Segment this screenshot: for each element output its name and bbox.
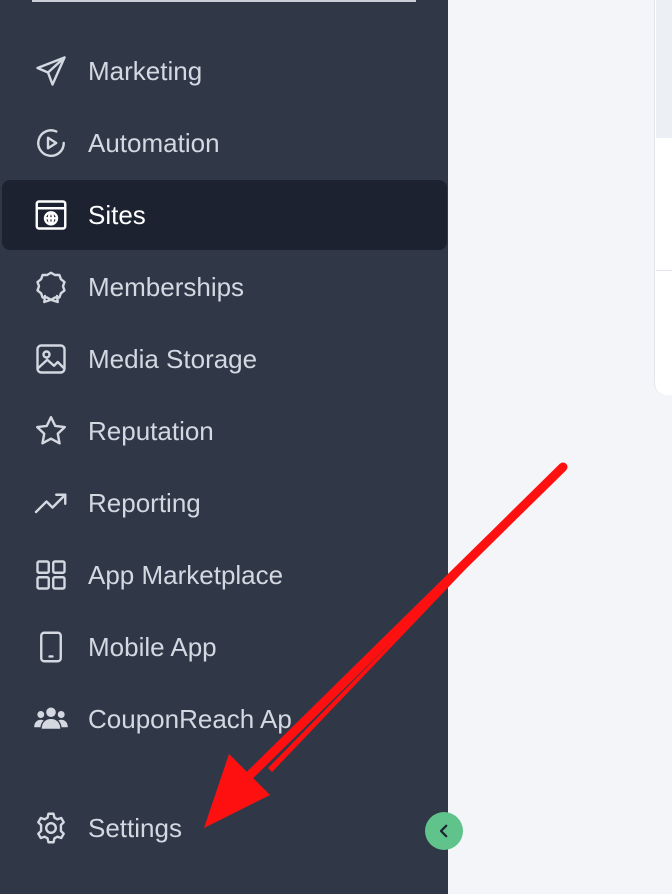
paper-plane-icon bbox=[32, 52, 70, 90]
sidebar-item-mobile-app[interactable]: Mobile App bbox=[2, 612, 447, 682]
main-content bbox=[448, 0, 672, 894]
sidebar-item-sites[interactable]: Sites bbox=[2, 180, 447, 250]
sidebar-item-label: Media Storage bbox=[88, 343, 258, 374]
sidebar-item-label: Mobile App bbox=[88, 631, 217, 662]
content-card-header bbox=[656, 0, 672, 138]
sidebar-item-label: Memberships bbox=[88, 271, 245, 302]
sidebar-item-label: Settings bbox=[88, 812, 182, 843]
sidebar-item-label: Reputation bbox=[88, 415, 214, 446]
sidebar-divider bbox=[32, 0, 416, 2]
trending-up-icon bbox=[32, 484, 70, 522]
image-icon bbox=[32, 340, 70, 378]
chevron-left-icon bbox=[435, 822, 453, 840]
sidebar: Marketing Automation Sites Memberships M… bbox=[0, 0, 448, 894]
globe-window-icon bbox=[32, 196, 70, 234]
gear-icon bbox=[32, 809, 70, 847]
sidebar-item-settings[interactable]: Settings bbox=[2, 793, 447, 863]
sidebar-item-reputation[interactable]: Reputation bbox=[2, 396, 447, 466]
phone-icon bbox=[32, 628, 70, 666]
play-circle-icon bbox=[32, 124, 70, 162]
users-icon bbox=[32, 700, 70, 738]
sidebar-item-label: Marketing bbox=[88, 55, 203, 86]
sidebar-item-memberships[interactable]: Memberships bbox=[2, 252, 447, 322]
sidebar-item-media-storage[interactable]: Media Storage bbox=[2, 324, 447, 394]
collapse-sidebar-button[interactable] bbox=[425, 812, 463, 850]
sidebar-item-marketing[interactable]: Marketing bbox=[2, 36, 447, 106]
sidebar-item-app-marketplace[interactable]: App Marketplace bbox=[2, 540, 447, 610]
sidebar-item-label: App Marketplace bbox=[88, 559, 284, 590]
sidebar-item-label: Sites bbox=[88, 199, 146, 230]
sidebar-item-reporting[interactable]: Reporting bbox=[2, 468, 447, 538]
badge-icon bbox=[32, 268, 70, 306]
sidebar-item-label: Automation bbox=[88, 127, 220, 158]
sidebar-item-automation[interactable]: Automation bbox=[2, 108, 447, 178]
content-card-divider bbox=[656, 270, 672, 271]
sidebar-item-couponreach[interactable]: CouponReach Ap bbox=[2, 684, 447, 754]
star-icon bbox=[32, 412, 70, 450]
sidebar-item-label: Reporting bbox=[88, 487, 201, 518]
sidebar-item-label: CouponReach Ap bbox=[88, 703, 292, 734]
grid-icon bbox=[32, 556, 70, 594]
